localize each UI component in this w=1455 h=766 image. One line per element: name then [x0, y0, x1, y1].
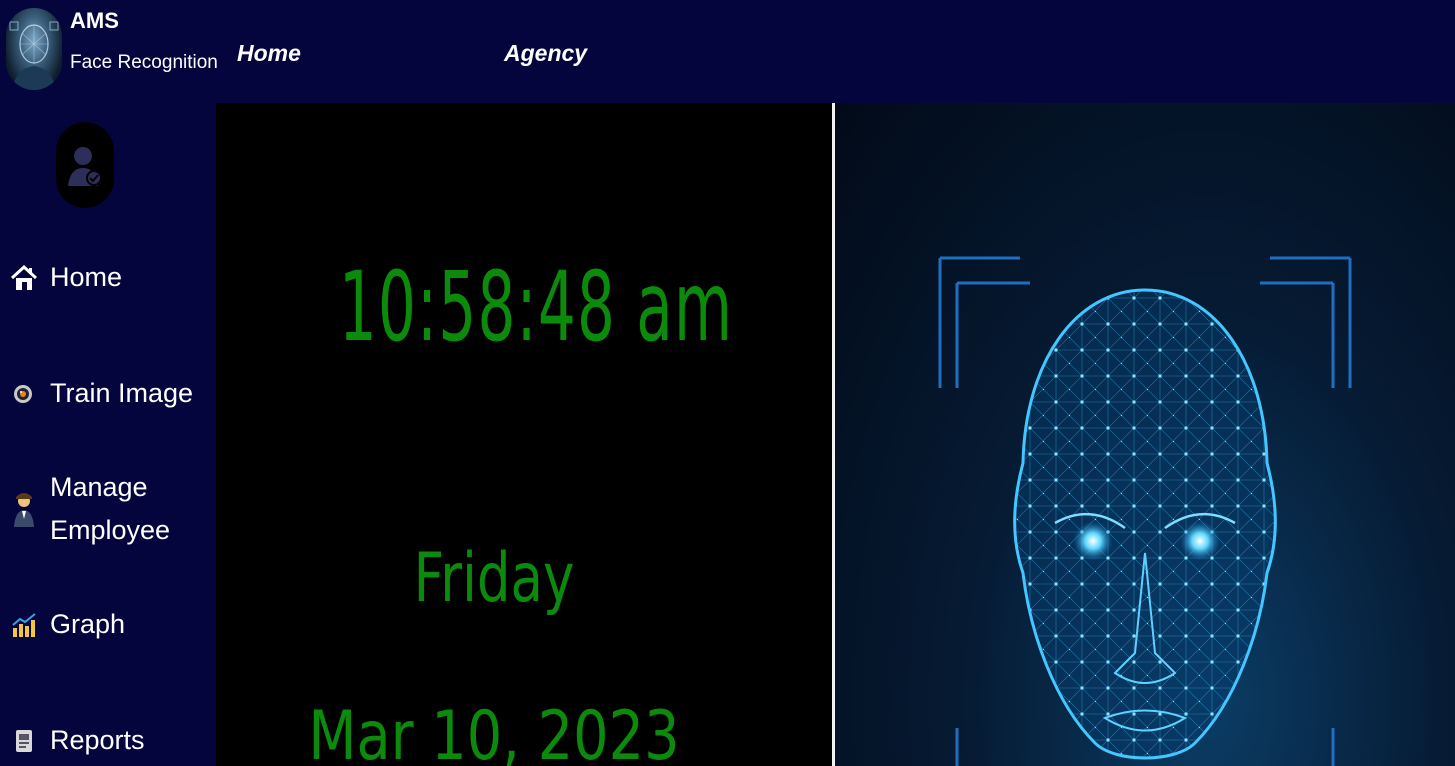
user-avatar-icon[interactable]	[56, 122, 114, 208]
sidebar-item-label: Reports	[50, 725, 145, 755]
clock-time: 10:58:48 am	[338, 251, 734, 363]
topnav-agency-link[interactable]: Agency	[504, 40, 587, 67]
sidebar-item-label: Train Image	[50, 378, 194, 408]
camera-lens-icon	[10, 380, 38, 408]
sidebar-item-label-line2: Employee	[50, 515, 171, 545]
sidebar-item-graph[interactable]: Graph	[10, 603, 125, 646]
top-navbar: AMS Face Recognition Home Agency	[0, 0, 1455, 103]
sidebar-item-train-image[interactable]: Train Image	[10, 372, 193, 415]
report-icon	[10, 727, 38, 755]
sidebar-item-home[interactable]: Home	[10, 256, 122, 299]
bar-chart-icon	[10, 611, 38, 639]
clock-date: Mar 10, 2023	[308, 697, 680, 766]
topnav-home-link[interactable]: Home	[237, 40, 301, 67]
face-recognition-logo-icon	[6, 8, 62, 90]
sidebar-item-label: Manage	[50, 472, 148, 502]
clock-panel: 10:58:48 am Friday Mar 10, 2023	[216, 103, 832, 766]
app-subtitle: Face Recognition	[70, 52, 218, 73]
home-icon	[10, 264, 38, 292]
face-illustration-panel	[835, 103, 1455, 766]
employee-icon	[10, 493, 38, 527]
sidebar-item-label: Home	[50, 262, 123, 292]
sidebar-item-reports[interactable]: Reports	[10, 719, 145, 762]
app-title: AMS	[70, 8, 119, 33]
clock-day: Friday	[413, 539, 575, 618]
face-wireframe-icon	[938, 256, 1352, 766]
sidebar-item-label: Graph	[50, 609, 126, 639]
sidebar-item-manage-employee[interactable]: Manage Employee	[10, 466, 170, 552]
